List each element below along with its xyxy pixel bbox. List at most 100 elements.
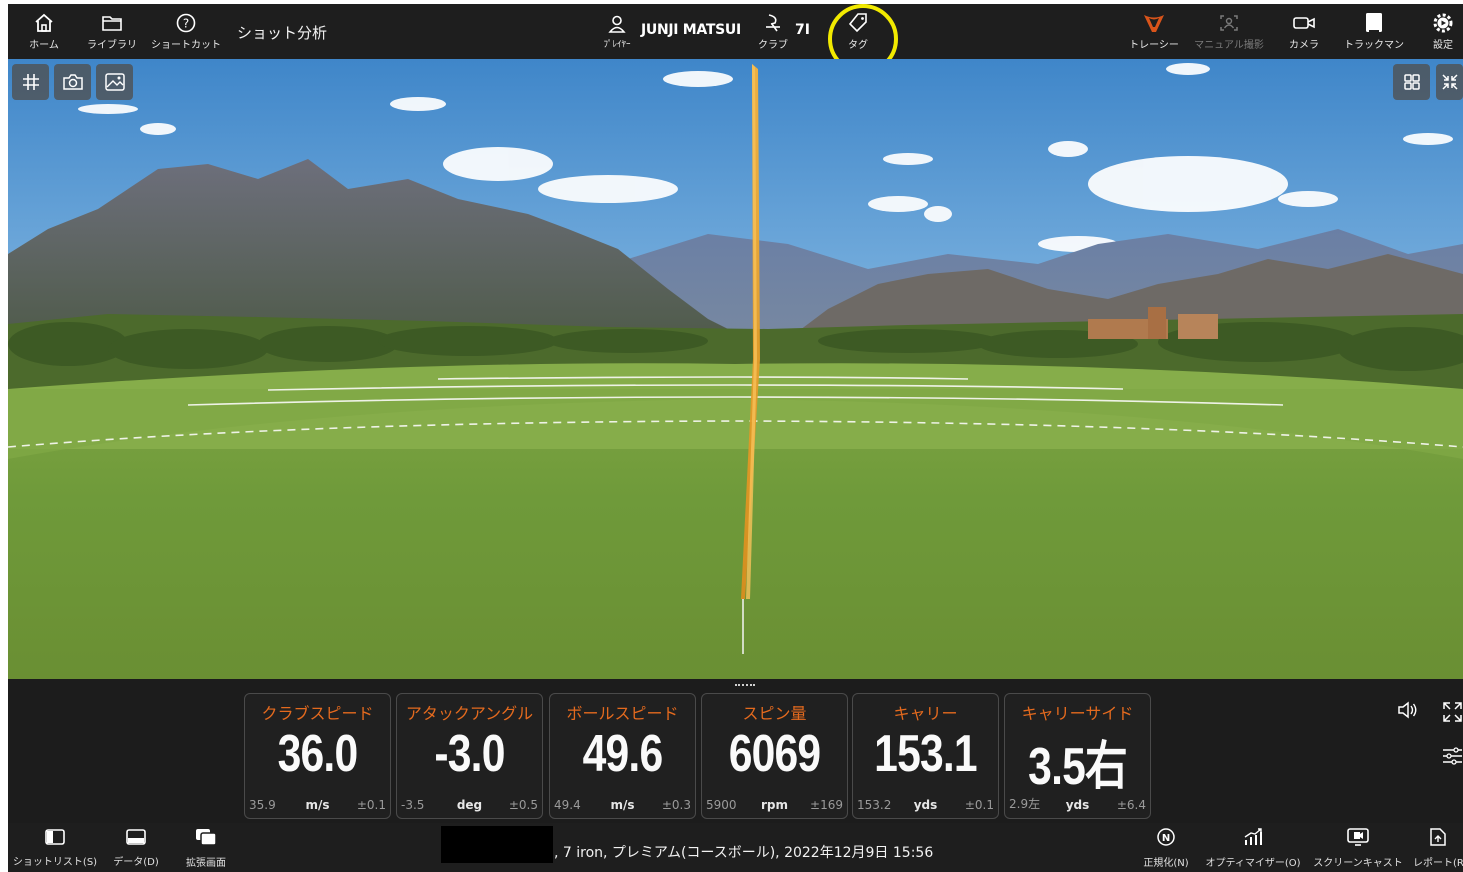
range-scene[interactable]: [8, 59, 1463, 679]
settings-icon: [1432, 12, 1454, 34]
screencast-button[interactable]: スクリーンキャスト: [1310, 823, 1406, 872]
grid-icon: [21, 72, 41, 92]
settings-label: 設定: [1433, 40, 1453, 51]
club-icon: [763, 12, 783, 34]
data-panel-icon: [125, 828, 147, 850]
metric-value: -3.0: [434, 725, 505, 783]
volume-icon[interactable]: [1396, 699, 1420, 725]
trackman-icon: [1363, 12, 1385, 34]
metric-value: 36.0: [277, 725, 359, 783]
metric-title: スピン量: [742, 704, 807, 723]
metric-value: 153.1: [874, 725, 977, 783]
manual-capture-label: マニュアル撮影: [1194, 40, 1264, 51]
metric-card-club-speed[interactable]: クラブスピード 36.0 35.9 m/s ±0.1: [244, 693, 391, 819]
expanded-screen-label: 拡張画面: [186, 857, 226, 869]
optimizer-icon: [1242, 827, 1264, 851]
tag-button[interactable]: タグ: [838, 4, 878, 59]
metric-range: ±0.1: [356, 798, 386, 812]
club-button[interactable]: クラブ: [753, 4, 793, 59]
normalize-button[interactable]: N 正規化(N): [1138, 823, 1194, 872]
library-button[interactable]: ライブラリ: [84, 4, 140, 59]
manual-capture-button[interactable]: マニュアル撮影: [1190, 4, 1268, 59]
tracer-label: トレーシー: [1129, 40, 1179, 51]
player-name[interactable]: JUNJI MATSUI: [641, 22, 741, 38]
trackman-label: トラックマン: [1344, 40, 1404, 51]
screencast-label: スクリーンキャスト: [1313, 857, 1403, 869]
tracer-icon: [1142, 12, 1166, 34]
metric-range: ±0.5: [508, 798, 538, 812]
fullscreen-icon[interactable]: [1442, 701, 1463, 727]
grid-toggle-button[interactable]: [12, 64, 49, 100]
metric-value: 6069: [728, 725, 821, 783]
optimizer-label: オプティマイザー(O): [1205, 857, 1301, 869]
metric-card-carry[interactable]: キャリー 153.1 153.2 yds ±0.1: [852, 693, 999, 819]
expanded-screen-button[interactable]: 拡張画面: [178, 823, 234, 872]
trackman-button[interactable]: トラックマン: [1338, 4, 1410, 59]
layout-button[interactable]: [1393, 64, 1430, 100]
home-button[interactable]: ホーム: [24, 4, 64, 59]
metric-value: 3.5右: [1028, 738, 1127, 796]
metric-card-carry-side[interactable]: キャリーサイド 3.5右 2.9左 yds ±6.4: [1004, 693, 1151, 819]
camera-label: カメラ: [1289, 40, 1319, 51]
user-icon: [607, 13, 627, 35]
shot-info: , 7 iron, プレミアム(コースボール), 2022年12月9日 15:5…: [554, 845, 934, 861]
redacted-block: [441, 826, 553, 863]
shot-list-icon: [44, 828, 66, 850]
manual-capture-icon: [1218, 12, 1240, 34]
tag-label: タグ: [848, 40, 868, 51]
metric-title: クラブスピード: [261, 704, 374, 723]
library-label: ライブラリ: [87, 40, 137, 51]
layout-icon: [1402, 72, 1422, 92]
metric-card-attack-angle[interactable]: アタックアングル -3.0 -3.5 deg ±0.5: [396, 693, 543, 819]
metric-title: キャリー: [893, 704, 958, 723]
top-toolbar: ホーム ライブラリ ? ショートカット ショット分析 ﾌﾟﾚｲﾔｰ JUNJI …: [8, 4, 1463, 74]
collapse-icon: [1440, 72, 1460, 92]
image-button[interactable]: [96, 64, 133, 100]
screencast-icon: [1346, 827, 1370, 851]
snapshot-button[interactable]: [54, 64, 91, 100]
svg-text:?: ?: [183, 17, 189, 31]
metric-range: ±169: [810, 798, 843, 812]
metric-value: 49.6: [582, 725, 664, 783]
metric-card-ball-speed[interactable]: ボールスピード 49.6 49.4 m/s ±0.3: [549, 693, 696, 819]
metric-card-spin-rate[interactable]: スピン量 6069 5900 rpm ±169: [701, 693, 848, 819]
bottom-toolbar: ショットリスト(S) データ(D) 拡張画面 , 7 iron, プレミアム(コ…: [8, 823, 1463, 872]
home-icon: [33, 12, 55, 34]
metrics-panel: クラブスピード 36.0 35.9 m/s ±0.1 アタックアングル -3.0…: [8, 679, 1463, 823]
page-title: ショット分析: [237, 24, 328, 42]
player-label: ﾌﾟﾚｲﾔｰ: [603, 40, 631, 50]
sliders-icon[interactable]: [1442, 745, 1463, 771]
player-button[interactable]: ﾌﾟﾚｲﾔｰ: [596, 4, 638, 59]
shortcut-button[interactable]: ? ショートカット: [148, 4, 224, 59]
help-icon: ?: [175, 12, 197, 34]
camera-button[interactable]: カメラ: [1283, 4, 1325, 59]
shot-list-button[interactable]: ショットリスト(S): [10, 823, 100, 872]
tag-icon: [847, 12, 869, 34]
metric-range: ±6.4: [1116, 798, 1146, 812]
metric-range: ±0.1: [964, 798, 994, 812]
camera-icon: [1292, 12, 1316, 34]
settings-button[interactable]: 設定: [1426, 4, 1460, 59]
shot-list-label: ショットリスト(S): [12, 856, 98, 868]
report-button[interactable]: レポート(R): [1413, 823, 1463, 872]
metric-title: ボールスピード: [566, 704, 679, 723]
expanded-screen-icon: [194, 827, 218, 851]
data-label: データ(D): [113, 856, 159, 868]
collapse-button[interactable]: [1436, 64, 1463, 100]
metric-title: アタックアングル: [405, 704, 534, 723]
normalize-icon: N: [1155, 827, 1177, 851]
folder-icon: [101, 12, 123, 34]
metric-title: キャリーサイド: [1021, 704, 1134, 723]
report-label: レポート(R): [1413, 857, 1463, 869]
home-label: ホーム: [29, 40, 59, 51]
metric-range: ±0.3: [661, 798, 691, 812]
data-button[interactable]: データ(D): [108, 823, 164, 872]
image-icon: [104, 72, 126, 92]
tracer-button[interactable]: トレーシー: [1124, 4, 1184, 59]
panel-resize-handle[interactable]: [735, 684, 755, 686]
optimizer-button[interactable]: オプティマイザー(O): [1202, 823, 1304, 872]
shortcut-label: ショートカット: [151, 40, 221, 51]
club-value[interactable]: 7I: [795, 22, 810, 38]
normalize-label: 正規化(N): [1143, 857, 1189, 869]
report-icon: [1429, 827, 1447, 851]
